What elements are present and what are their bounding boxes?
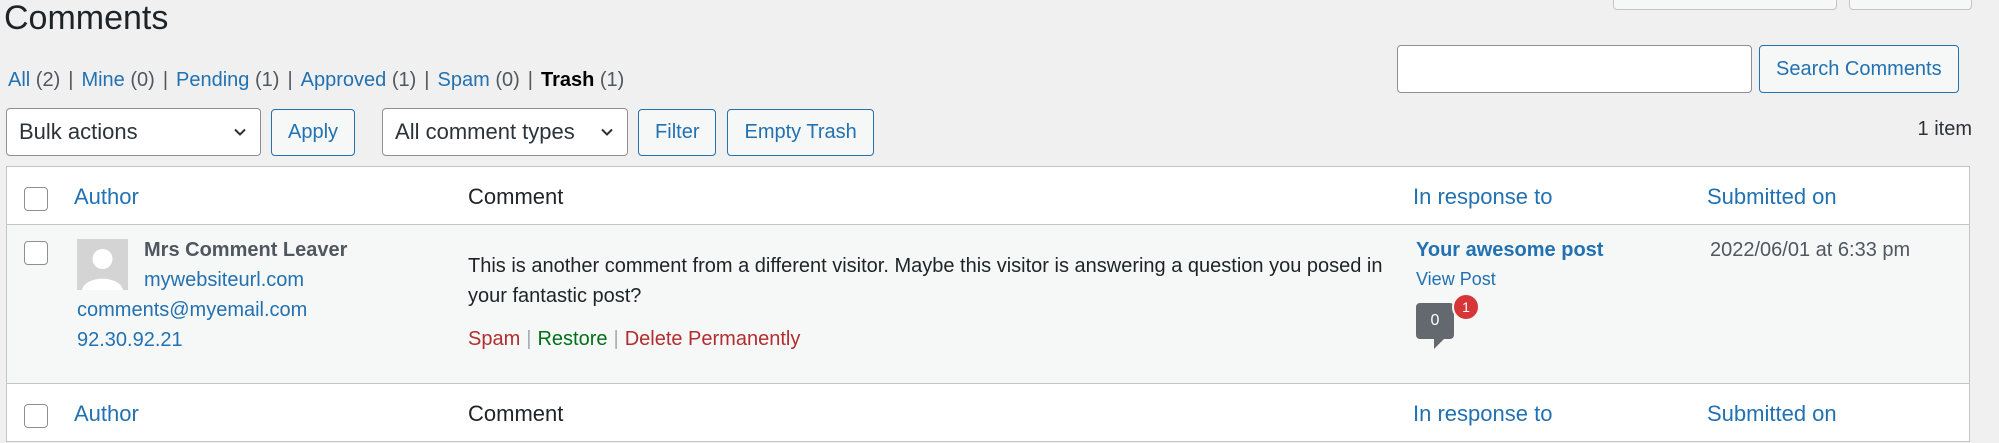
restore-action[interactable]: Restore [537,328,607,350]
comment-type-selected: All comment types [395,119,575,144]
column-submitted-on-footer[interactable]: Submitted on [1707,401,1837,427]
approved-comments-count: 0 [1416,303,1454,339]
comment-row-actions: Spam | Restore | Delete Permanently [468,328,800,351]
bubble-tail-icon [1434,339,1444,349]
filter-all-count: (2) [35,69,61,91]
spam-action[interactable]: Spam [468,328,520,350]
filter-spam[interactable]: Spam (0) [438,69,520,91]
filter-separator: | [527,69,533,91]
response-post-link[interactable]: Your awesome post [1416,239,1603,262]
filter-pending-count: (1) [255,69,280,91]
default-avatar-icon [77,239,128,290]
action-separator: | [526,328,532,350]
column-in-response-to[interactable]: In response to [1413,184,1552,210]
filter-pending[interactable]: Pending (1) [176,69,279,91]
column-submitted-on[interactable]: Submitted on [1707,184,1837,210]
comment-type-select[interactable]: All comment types [382,108,629,156]
comments-table: Author Comment In response to Submitted … [6,166,1970,442]
chevron-down-icon [601,128,613,136]
select-all-checkbox[interactable] [24,187,48,211]
filter-spam-label: Spam [437,69,490,91]
submitted-date: 2022/06/01 at 6:33 pm [1710,239,1911,261]
search-input[interactable] [1397,45,1752,93]
filter-separator: | [68,69,74,91]
table-footer-row: Author Comment In response to Submitted … [7,383,1969,441]
filter-approved-label: Approved [300,69,387,91]
apply-button[interactable]: Apply [271,108,356,156]
comment-text: This is another comment from a different… [468,255,1383,307]
search-comments-button[interactable]: Search Comments [1759,45,1959,93]
filter-separator: | [162,69,169,91]
comment-count-bubble[interactable]: 0 1 [1416,293,1486,353]
screen-options-button[interactable] [1613,0,1837,10]
items-count: 1 item [1917,118,1972,140]
comment-search-box: Search Comments [1397,45,1959,93]
page-title: Comments [4,0,169,37]
filter-mine[interactable]: Mine (0) [81,69,154,91]
column-author-footer[interactable]: Author [74,401,139,427]
tablenav-top: Bulk actions Apply All comment types Fil… [6,108,874,156]
filter-trash-count: (1) [599,69,625,91]
action-separator: | [613,328,619,350]
filter-separator: | [424,69,430,91]
bulk-actions-selected: Bulk actions [19,119,138,144]
column-author[interactable]: Author [74,184,139,210]
filter-approved[interactable]: Approved (1) [301,69,417,91]
table-header-row: Author Comment In response to Submitted … [7,167,1969,225]
author-url-link[interactable]: mywebsiteurl.com [144,269,304,292]
filter-separator: | [287,69,293,91]
chevron-down-icon [234,128,246,136]
view-post-link[interactable]: View Post [1416,269,1496,290]
avatar [77,239,128,290]
select-all-checkbox-footer[interactable] [24,404,48,428]
column-comment-footer: Comment [468,401,564,426]
table-row: Mrs Comment Leaver mywebsiteurl.com comm… [7,225,1969,383]
author-ip-link[interactable]: 92.30.92.21 [77,329,183,352]
filter-trash-label: Trash [540,69,595,91]
filter-spam-count: (0) [495,69,520,91]
bulk-actions-select[interactable]: Bulk actions [6,108,261,156]
filter-all-label: All [8,69,31,91]
filter-mine-count: (0) [130,69,155,91]
filter-trash[interactable]: Trash (1) [541,69,624,91]
empty-trash-button[interactable]: Empty Trash [727,108,874,156]
author-name: Mrs Comment Leaver [144,239,348,261]
pending-comments-badge: 1 [1452,293,1480,321]
column-in-response-to-footer[interactable]: In response to [1413,401,1552,427]
author-email-link[interactable]: comments@myemail.com [77,299,307,322]
filter-approved-count: (1) [391,69,417,91]
column-comment: Comment [468,184,564,209]
filter-all[interactable]: All (2) [8,69,60,91]
comment-checkbox[interactable] [24,241,48,265]
comment-status-filters: All (2) | Mine (0) | Pending (1) | Approved (1… [8,66,624,94]
filter-pending-label: Pending [176,69,250,91]
filter-mine-label: Mine [81,69,125,91]
delete-permanently-action[interactable]: Delete Permanently [625,328,801,350]
help-button[interactable] [1849,0,1972,10]
filter-button[interactable]: Filter [638,108,717,156]
